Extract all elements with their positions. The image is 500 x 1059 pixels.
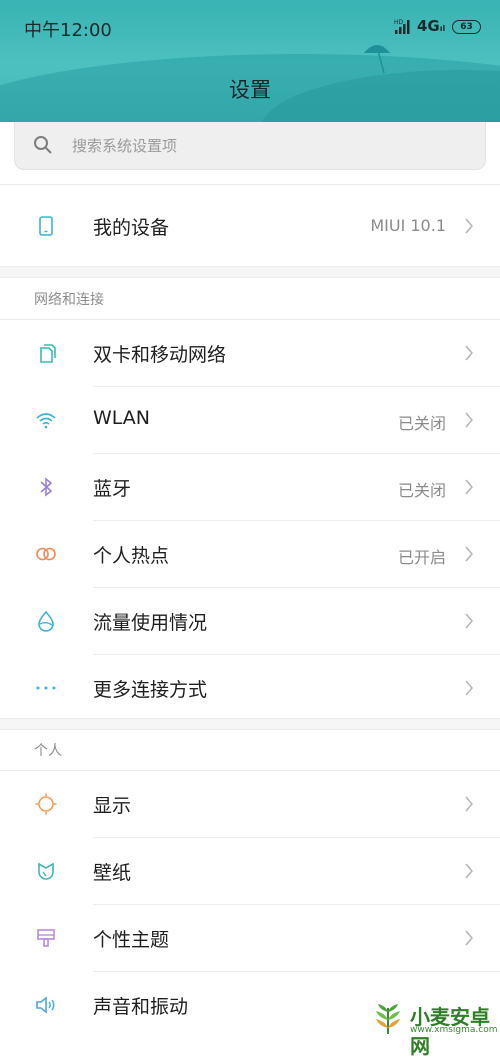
chevron-right-icon <box>465 613 473 629</box>
divider <box>0 184 500 185</box>
status-bar: 中午12:00 HD 4Gıl 63 <box>0 0 500 52</box>
settings-item-more-connections[interactable]: 更多连接方式 <box>0 655 500 721</box>
item-label: 显示 <box>93 795 132 817</box>
phone-icon <box>39 216 53 236</box>
search-placeholder: 搜索系统设置项 <box>72 137 178 155</box>
item-label: 更多连接方式 <box>93 679 208 701</box>
chevron-right-icon <box>465 863 473 879</box>
item-label: 个性主题 <box>93 929 170 951</box>
status-time: 中午12:00 <box>24 20 112 41</box>
settings-item-data-usage[interactable]: 流量使用情况 <box>0 588 500 654</box>
item-label: 我的设备 <box>93 217 170 239</box>
watermark: 小麦安卓网 www.xmsigma.com <box>362 994 500 1058</box>
item-value: MIUI 10.1 <box>370 216 446 235</box>
search-icon <box>34 136 52 154</box>
watermark-url: www.xmsigma.com <box>410 1025 498 1035</box>
settings-item-bluetooth[interactable]: 蓝牙 已关闭 <box>0 454 500 520</box>
settings-item-display[interactable]: 显示 <box>0 771 500 837</box>
chevron-right-icon <box>465 479 473 495</box>
network-type: 4Gıl <box>417 17 446 35</box>
settings-item-wlan[interactable]: WLAN 已关闭 <box>0 387 500 453</box>
item-label: 流量使用情况 <box>93 612 208 634</box>
droplet-icon <box>38 610 54 632</box>
hotspot-icon <box>36 547 56 561</box>
sim-card-icon <box>40 344 56 363</box>
wifi-icon <box>36 413 56 429</box>
settings-item-hotspot[interactable]: 个人热点 已开启 <box>0 521 500 587</box>
item-label: WLAN <box>93 407 151 429</box>
flower-icon <box>38 862 54 880</box>
item-label: 个人热点 <box>93 545 170 567</box>
battery-icon: 63 <box>452 20 481 34</box>
section-header-network: 网络和连接 <box>34 292 104 308</box>
search-input[interactable]: 搜索系统设置项 <box>14 122 486 170</box>
header-banner: 中午12:00 HD 4Gıl 63 设置 <box>0 0 500 122</box>
item-label: 声音和振动 <box>93 996 189 1018</box>
speaker-icon <box>36 996 55 1014</box>
brush-icon <box>37 929 55 947</box>
section-gap <box>0 266 500 278</box>
settings-item-wallpaper[interactable]: 壁纸 <box>0 838 500 904</box>
chevron-right-icon <box>465 218 473 234</box>
chevron-right-icon <box>465 930 473 946</box>
chevron-right-icon <box>465 680 473 696</box>
chevron-right-icon <box>465 546 473 562</box>
settings-item-my-device[interactable]: 我的设备 MIUI 10.1 <box>0 193 500 259</box>
sun-icon <box>35 793 57 815</box>
item-value: 已关闭 <box>397 481 446 500</box>
signal-icon: HD <box>394 19 410 34</box>
section-header-personal: 个人 <box>34 743 62 759</box>
item-label: 蓝牙 <box>93 478 132 500</box>
settings-item-dual-sim[interactable]: 双卡和移动网络 <box>0 320 500 386</box>
more-dots-icon <box>36 686 56 690</box>
chevron-right-icon <box>465 796 473 812</box>
bluetooth-icon <box>40 477 53 497</box>
chevron-right-icon <box>465 412 473 428</box>
settings-item-theme[interactable]: 个性主题 <box>0 905 500 971</box>
item-value: 已关闭 <box>397 414 446 433</box>
item-label: 双卡和移动网络 <box>93 344 227 366</box>
item-value: 已开启 <box>397 548 446 567</box>
chevron-right-icon <box>465 345 473 361</box>
page-title: 设置 <box>229 78 271 102</box>
svg-text:HD: HD <box>394 19 404 26</box>
wheat-logo-icon <box>376 1004 400 1034</box>
section-gap <box>0 718 500 730</box>
item-label: 壁纸 <box>93 862 132 884</box>
